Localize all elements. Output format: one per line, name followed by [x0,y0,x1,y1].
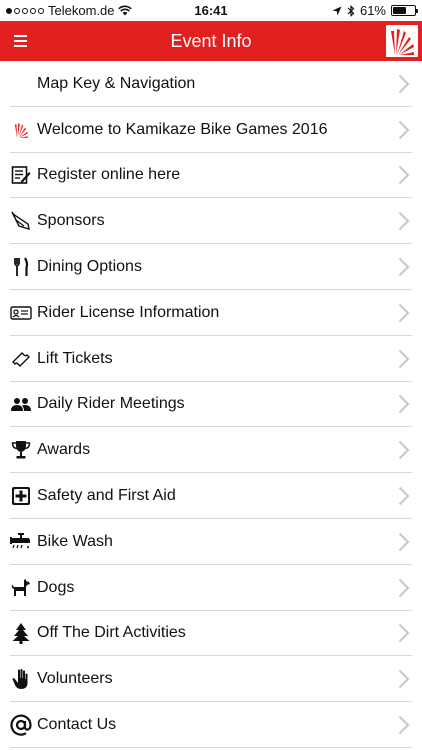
list-item-label: Contact Us [37,716,117,734]
chevron-right-icon [398,74,410,94]
megaphone-icon [10,210,32,232]
chevron-right-icon [398,303,410,323]
list-item-dogs[interactable]: Dogs [0,565,422,611]
at-sign-icon [10,714,32,736]
list-item-label: Volunteers [37,670,113,688]
list-item-safety[interactable]: Safety and First Aid [0,473,422,519]
list-item-lift-tickets[interactable]: Lift Tickets [0,336,422,382]
list-item-label: Rider License Information [37,303,220,321]
chevron-right-icon [398,578,410,597]
first-aid-icon [10,485,32,507]
list-item-label: Welcome to Kamikaze Bike Games 2016 [37,120,328,138]
chevron-right-icon [398,212,410,231]
list-item-welcome[interactable]: Welcome to Kamikaze Bike Games 2016 [0,107,422,153]
list-item-label: Dining Options [37,258,142,276]
chevron-right-icon [398,120,410,139]
list-item-label: Awards [37,441,91,459]
chevron-right-icon [398,624,410,643]
chevron-right-icon [398,670,410,689]
faucet-icon [10,531,32,553]
status-right: 61% [332,3,418,18]
list-item-dining[interactable]: Dining Options [0,244,422,290]
kamikaze-logo-button[interactable] [386,25,418,57]
ticket-icon [10,348,32,370]
list-item-volunteers[interactable]: Volunteers [0,656,422,702]
list-item-rider-license[interactable]: Rider License Information [0,290,422,336]
battery-fill [393,7,406,14]
kamikaze-logo-icon [10,119,32,141]
list-item-register[interactable]: Register online here [0,153,422,199]
dog-icon [10,577,32,599]
battery-icon [391,5,418,16]
chevron-right-icon [398,257,410,277]
chevron-right-icon [398,166,410,185]
list-item-label: Register online here [37,166,181,184]
list-item-label: Dogs [37,578,75,596]
battery-percent: 61% [359,3,386,18]
list-item-label: Daily Rider Meetings [37,395,185,413]
hand-icon [10,668,32,690]
list-item-map-key[interactable]: Map Key & Navigation [0,61,422,107]
event-info-list: Map Key & Navigation Welcome to Kamikaze… [0,61,422,748]
fork-knife-icon [10,256,32,278]
chevron-right-icon [398,532,410,552]
chevron-right-icon [398,486,410,506]
list-item-label: Off The Dirt Activities [37,624,186,642]
nav-bar: Event Info [0,21,422,61]
list-item-label: Lift Tickets [37,349,113,367]
location-arrow-icon [332,6,342,15]
list-item-label: Safety and First Aid [37,487,176,505]
form-icon [10,164,32,186]
list-item-off-the-dirt[interactable]: Off The Dirt Activities [0,611,422,657]
chevron-right-icon [398,715,410,735]
list-item-rider-meetings[interactable]: Daily Rider Meetings [0,382,422,428]
list-item-sponsors[interactable]: Sponsors [0,198,422,244]
trophy-icon [10,439,32,461]
chevron-right-icon [398,441,410,460]
bluetooth-icon [347,4,355,17]
list-item-contact-us[interactable]: Contact Us [0,702,422,748]
list-item-awards[interactable]: Awards [0,427,422,473]
list-item-bike-wash[interactable]: Bike Wash [0,519,422,565]
tree-icon [10,622,32,645]
page-title: Event Info [170,31,252,51]
chevron-right-icon [398,349,410,368]
list-item-label: Map Key & Navigation [37,74,196,92]
people-icon [10,393,32,415]
kamikaze-logo-icon [391,29,414,55]
id-card-icon [10,302,32,324]
list-item-label: Sponsors [37,212,105,230]
list-item-label: Bike Wash [37,532,113,550]
chevron-right-icon [398,395,410,414]
status-bar: Telekom.de 16:41 61% [0,0,422,21]
